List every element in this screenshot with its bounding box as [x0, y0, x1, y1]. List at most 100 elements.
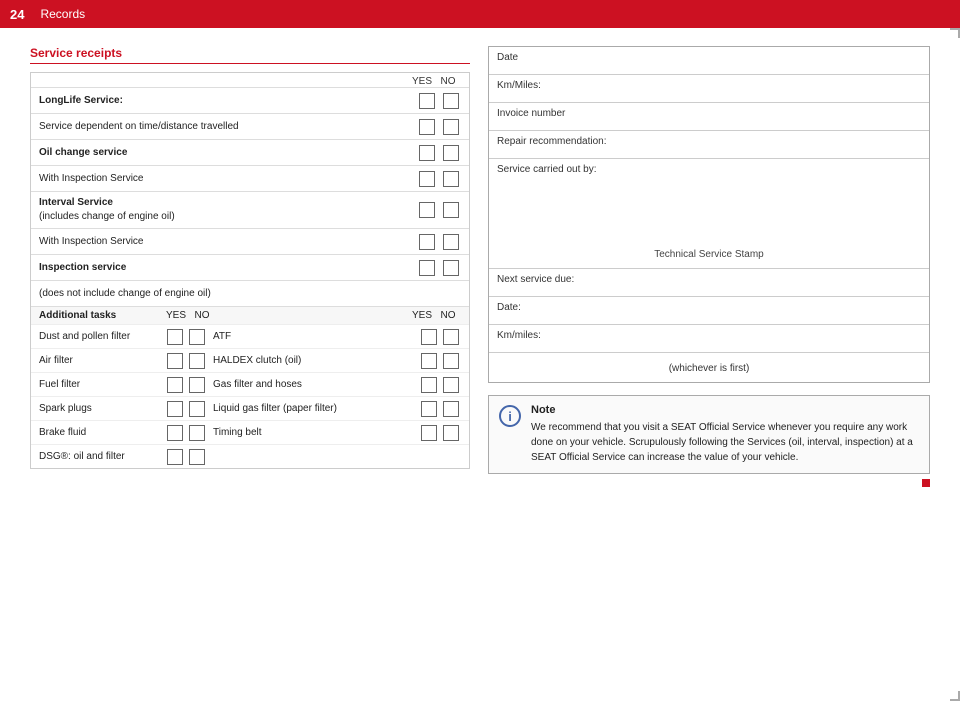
checkbox-yes[interactable] [421, 401, 437, 417]
checkbox-no[interactable] [189, 329, 205, 345]
checkbox-no[interactable] [443, 145, 459, 161]
list-item: Brake fluid Timing belt [31, 420, 469, 444]
table-row: (does not include change of engine oil) [31, 280, 469, 306]
note-content: Note We recommend that you visit a SEAT … [531, 404, 919, 465]
left-panel: Service receipts YES NO LongLife Service… [30, 46, 470, 490]
table-row: LongLife Service: [31, 87, 469, 113]
checkbox-no[interactable] [443, 119, 459, 135]
checkbox-yes[interactable] [167, 329, 183, 345]
add-col3: ATF [213, 331, 419, 342]
checkbox-no[interactable] [443, 93, 459, 109]
add-col4 [419, 329, 461, 345]
next-date-field: Date: [489, 297, 929, 325]
list-item: Air filter HALDEX clutch (oil) [31, 348, 469, 372]
checkbox-no[interactable] [443, 171, 459, 187]
checkbox-yes[interactable] [167, 353, 183, 369]
service-label: With Inspection Service [39, 235, 417, 248]
date-field: Date [489, 47, 929, 75]
checkbox-yes[interactable] [421, 425, 437, 441]
service-label: (does not include change of engine oil) [39, 287, 461, 300]
next-service-label: Next service due: [497, 274, 574, 285]
checkbox-no[interactable] [189, 449, 205, 465]
additional-yes-no: YES NO [159, 310, 219, 321]
service-label: Inspection service [39, 261, 417, 274]
service-table: YES NO LongLife Service: Service depende… [30, 72, 470, 469]
info-icon: i [499, 405, 521, 427]
service-carried-label: Service carried out by: [497, 164, 597, 175]
checkbox-yes[interactable] [419, 145, 435, 161]
list-item: DSG®: oil and filter [31, 444, 469, 468]
checkbox-yes[interactable] [421, 329, 437, 345]
checkbox-no[interactable] [443, 353, 459, 369]
no-header: NO [435, 76, 461, 87]
add-col2 [159, 377, 213, 393]
service-stamp-box: Date Km/Miles: Invoice number Repair rec… [488, 46, 930, 383]
checkbox-yes[interactable] [419, 260, 435, 276]
checkbox-yes[interactable] [167, 401, 183, 417]
header-bar: 24 Records [0, 0, 960, 28]
page: 24 Records Service receipts YES NO LongL… [0, 0, 960, 701]
checkbox-group [417, 234, 461, 250]
add-no-label: NO [189, 310, 215, 321]
section-title: Service receipts [30, 46, 470, 64]
next-date-label: Date: [497, 302, 521, 313]
right-panel: Date Km/Miles: Invoice number Repair rec… [488, 46, 930, 490]
add-col2 [159, 329, 213, 345]
checkbox-no[interactable] [443, 202, 459, 218]
checkbox-no[interactable] [443, 329, 459, 345]
checkbox-no[interactable] [189, 425, 205, 441]
checkbox-yes[interactable] [167, 449, 183, 465]
checkbox-group [417, 119, 461, 135]
additional-yes-no2: YES NO [409, 310, 461, 321]
checkbox-no[interactable] [443, 234, 459, 250]
checkbox-yes[interactable] [167, 425, 183, 441]
checkbox-yes[interactable] [419, 171, 435, 187]
table-row: With Inspection Service [31, 165, 469, 191]
checkbox-no[interactable] [443, 260, 459, 276]
next-service-field: Next service due: [489, 269, 929, 297]
whichever-field: (whichever is first) [489, 353, 929, 382]
checkbox-yes[interactable] [419, 202, 435, 218]
checkbox-yes[interactable] [421, 377, 437, 393]
service-label: LongLife Service: [39, 94, 417, 107]
add-col1: Fuel filter [39, 379, 159, 390]
add-yes2-label: YES [409, 310, 435, 321]
km-miles-field: Km/Miles: [489, 75, 929, 103]
next-km-label: Km/miles: [497, 330, 541, 341]
checkbox-group [417, 202, 461, 218]
checkbox-yes[interactable] [421, 353, 437, 369]
service-label: With Inspection Service [39, 172, 417, 185]
checkbox-yes[interactable] [167, 377, 183, 393]
checkbox-yes[interactable] [419, 93, 435, 109]
checkbox-no[interactable] [189, 377, 205, 393]
add-col1: Brake fluid [39, 427, 159, 438]
red-marker [922, 479, 930, 487]
add-col3: Timing belt [213, 427, 419, 438]
list-item: Fuel filter Gas filter and hoses [31, 372, 469, 396]
date-label: Date [497, 52, 518, 63]
add-col4 [419, 401, 461, 417]
add-col4 [419, 353, 461, 369]
corner-br [950, 691, 960, 701]
checkbox-no[interactable] [189, 401, 205, 417]
checkbox-yes[interactable] [419, 234, 435, 250]
note-box: i Note We recommend that you visit a SEA… [488, 395, 930, 474]
table-row: With Inspection Service [31, 228, 469, 254]
checkbox-no[interactable] [443, 377, 459, 393]
checkbox-no[interactable] [443, 425, 459, 441]
checkbox-yes[interactable] [419, 119, 435, 135]
repair-field: Repair recommendation: [489, 131, 929, 159]
checkbox-no[interactable] [443, 401, 459, 417]
table-row: Inspection service [31, 254, 469, 280]
invoice-label: Invoice number [497, 108, 565, 119]
technical-service-stamp: Technical Service Stamp [489, 249, 929, 260]
add-col2 [159, 353, 213, 369]
checkbox-no[interactable] [189, 353, 205, 369]
checkbox-group [417, 260, 461, 276]
add-yes-label: YES [163, 310, 189, 321]
additional-label: Additional tasks [39, 310, 159, 321]
service-label: Service dependent on time/distance trave… [39, 120, 417, 133]
add-col2 [159, 425, 213, 441]
add-col1: DSG®: oil and filter [39, 451, 159, 462]
checkbox-group [417, 93, 461, 109]
